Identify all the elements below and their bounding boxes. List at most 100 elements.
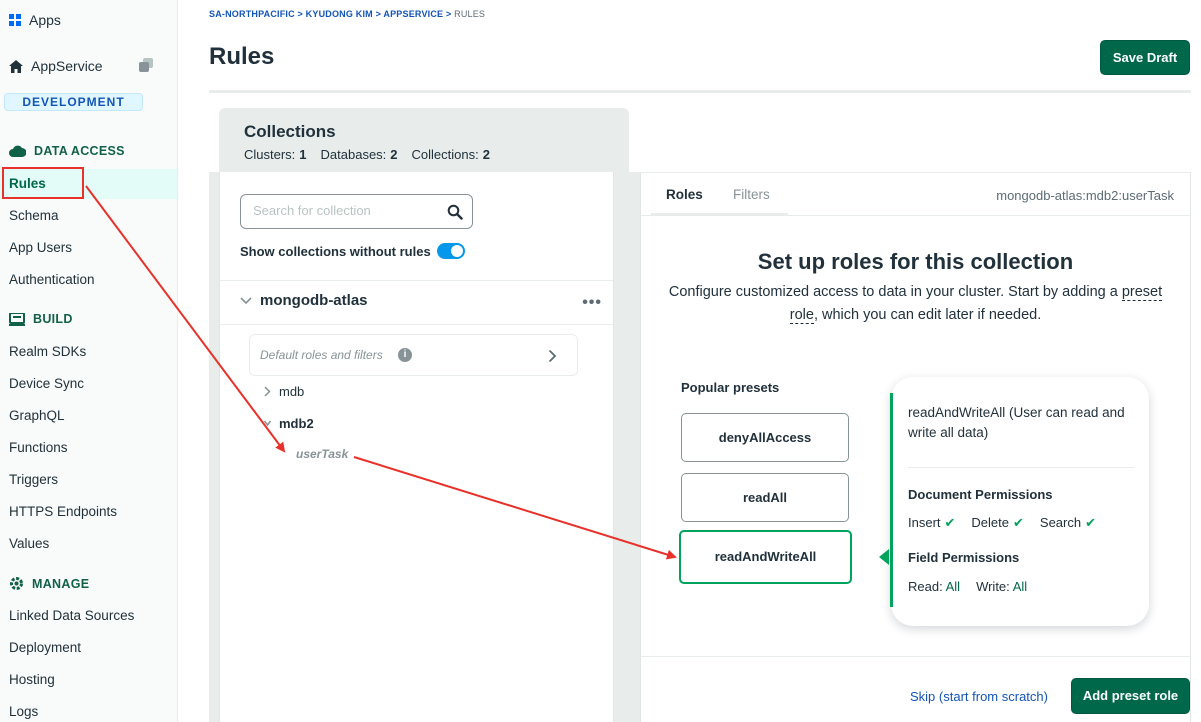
tab-underline xyxy=(651,213,788,216)
checkmark-icon: ✔ xyxy=(944,515,956,530)
cluster-name: mongodb-atlas xyxy=(260,292,368,309)
collection-search-input[interactable] xyxy=(253,203,438,218)
card-pointer xyxy=(879,549,889,565)
preset-detail-card: readAndWriteAll (User can read and write… xyxy=(891,377,1149,626)
default-roles-row[interactable]: Default roles and filters i xyxy=(249,334,578,376)
sidebar-item-realm-sdks[interactable]: Realm SDKs xyxy=(0,337,177,367)
breadcrumb: SA-NORTHPACIFIC > KYUDONG KIM > APPSERVI… xyxy=(209,9,485,19)
setup-title: Set up roles for this collection xyxy=(757,249,1074,274)
cluster-row[interactable]: mongodb-atlas ••• xyxy=(240,292,602,312)
field-permissions-heading: Field Permissions xyxy=(908,550,1020,565)
collections-title: Collections xyxy=(244,122,336,141)
chevron-down-icon[interactable] xyxy=(240,296,252,305)
breadcrumb-current: RULES xyxy=(454,9,486,19)
show-collections-toggle-row: Show collections without rules xyxy=(240,243,465,259)
field-permissions: Read: All Write: All xyxy=(908,579,1027,594)
field-write: Write: All xyxy=(976,579,1028,594)
app-name: AppService xyxy=(31,58,103,74)
preset-deny-all-access[interactable]: denyAllAccess xyxy=(681,413,849,462)
database-name: mdb xyxy=(279,384,305,399)
sidebar-item-linked-data-sources[interactable]: Linked Data Sources xyxy=(0,601,177,631)
database-name: mdb2 xyxy=(279,416,314,431)
sidebar-item-deployment[interactable]: Deployment xyxy=(0,633,177,663)
preset-read-all[interactable]: readAll xyxy=(681,473,849,522)
checkmark-icon: ✔ xyxy=(1013,515,1024,530)
cloud-icon xyxy=(9,145,26,157)
sidebar-item-https-endpoints[interactable]: HTTPS Endpoints xyxy=(0,497,177,527)
chevron-right-icon xyxy=(548,349,557,363)
section-data-access: DATA ACCESS xyxy=(9,144,125,158)
chevron-right-icon xyxy=(264,386,271,397)
permission-delete: Delete ✔ xyxy=(971,515,1024,530)
field-read: Read: All xyxy=(908,579,961,594)
gear-icon xyxy=(10,577,23,590)
setup-description: Configure customized access to data in y… xyxy=(668,284,1163,324)
collection-item-usertask[interactable]: userTask xyxy=(296,447,348,461)
permission-search: Search ✔ xyxy=(1039,515,1097,530)
grid-icon xyxy=(9,14,21,26)
document-permissions: Insert ✔ Delete ✔ Search ✔ xyxy=(908,515,1096,531)
stat-clusters: Clusters: 1 xyxy=(244,147,307,162)
divider xyxy=(908,467,1134,468)
sidebar: Apps AppService DEVELOPMENT DATA ACCESS … xyxy=(0,0,178,722)
sidebar-item-values[interactable]: Values xyxy=(0,529,177,559)
section-manage: MANAGE xyxy=(9,576,89,591)
app-name-row[interactable]: AppService xyxy=(9,58,169,74)
preset-role-tooltip-link[interactable]: preset xyxy=(1121,284,1163,301)
copy-icon[interactable] xyxy=(139,58,153,72)
toggle-label: Show collections without rules xyxy=(240,243,431,259)
divider xyxy=(220,324,613,325)
sidebar-item-functions[interactable]: Functions xyxy=(0,433,177,463)
checkmark-icon: ✔ xyxy=(1085,515,1097,530)
chevron-down-icon xyxy=(264,420,271,427)
add-preset-role-button[interactable]: Add preset role xyxy=(1071,678,1190,714)
roles-tabs: Roles Filters mongodb-atlas:mdb2:userTas… xyxy=(641,173,1190,216)
tab-roles[interactable]: Roles xyxy=(666,187,703,202)
environment-badge: DEVELOPMENT xyxy=(4,93,143,111)
home-icon xyxy=(9,59,23,73)
divider xyxy=(641,656,1190,657)
database-item-mdb[interactable]: mdb xyxy=(264,384,304,399)
card-accent-bar xyxy=(890,393,893,607)
sidebar-item-hosting[interactable]: Hosting xyxy=(0,665,177,695)
tab-filters[interactable]: Filters xyxy=(733,187,770,202)
save-draft-button[interactable]: Save Draft xyxy=(1100,40,1190,75)
more-options-icon[interactable]: ••• xyxy=(582,294,602,312)
default-roles-label: Default roles and filters xyxy=(260,348,383,362)
collection-search xyxy=(240,194,473,229)
sidebar-item-logs[interactable]: Logs xyxy=(0,697,177,722)
sidebar-item-authentication[interactable]: Authentication xyxy=(0,265,177,295)
divider xyxy=(220,280,613,281)
database-item-mdb2[interactable]: mdb2 xyxy=(264,416,314,431)
preset-description: readAndWriteAll (User can read and write… xyxy=(908,405,1125,440)
apps-label: Apps xyxy=(29,12,61,28)
permission-insert: Insert ✔ xyxy=(908,515,956,530)
collections-panel: Show collections without rules mongodb-a… xyxy=(219,172,614,722)
skip-link[interactable]: Skip (start from scratch) xyxy=(910,689,1048,704)
namespace-label: mongodb-atlas:mdb2:userTask xyxy=(996,188,1174,203)
header-divider xyxy=(209,90,1191,93)
build-icon xyxy=(9,312,25,326)
sidebar-item-app-users[interactable]: App Users xyxy=(0,233,177,263)
apps-link[interactable]: Apps xyxy=(9,12,61,28)
section-build: BUILD xyxy=(9,312,73,326)
roles-panel: Roles Filters mongodb-atlas:mdb2:userTas… xyxy=(640,172,1191,722)
stat-collections: Collections: 2 xyxy=(411,147,490,162)
show-collections-toggle[interactable] xyxy=(436,243,465,259)
search-icon[interactable] xyxy=(447,204,463,220)
stat-databases: Databases: 2 xyxy=(320,147,398,162)
preset-role-tooltip-link[interactable]: role xyxy=(789,307,814,324)
preset-read-and-write-all[interactable]: readAndWriteAll xyxy=(679,530,852,584)
breadcrumb-links[interactable]: SA-NORTHPACIFIC > KYUDONG KIM > APPSERVI… xyxy=(209,9,451,19)
collections-stats: Clusters: 1 Databases: 2 Collections: 2 xyxy=(244,147,490,162)
collections-header: Collections Clusters: 1 Databases: 2 Colle… xyxy=(219,108,629,174)
info-icon[interactable]: i xyxy=(398,348,412,362)
sidebar-item-triggers[interactable]: Triggers xyxy=(0,465,177,495)
presets-label: Popular presets xyxy=(681,380,780,395)
sidebar-item-device-sync[interactable]: Device Sync xyxy=(0,369,177,399)
sidebar-item-schema[interactable]: Schema xyxy=(0,201,177,231)
page-title: Rules xyxy=(209,43,275,70)
annotation-highlight-box xyxy=(2,167,84,199)
sidebar-item-graphql[interactable]: GraphQL xyxy=(0,401,177,431)
document-permissions-heading: Document Permissions xyxy=(908,487,1053,502)
